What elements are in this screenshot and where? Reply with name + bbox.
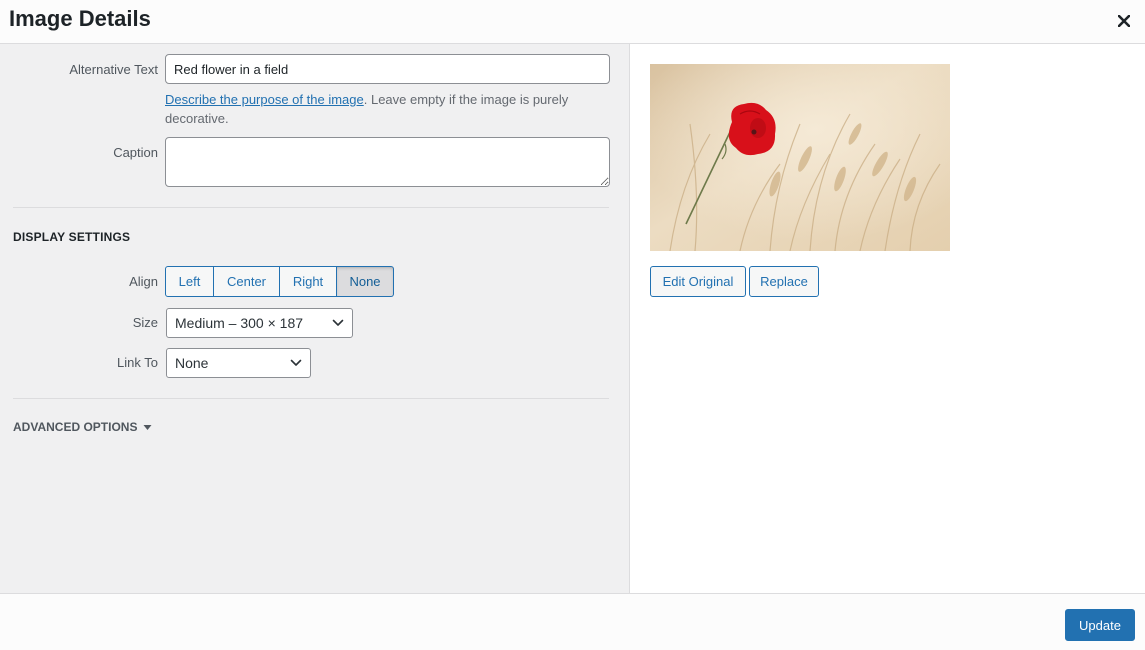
triangle-down-icon [143,424,152,430]
align-center-button[interactable]: Center [214,266,280,297]
modal-header: Image Details [0,0,1145,44]
chevron-down-icon [290,359,302,366]
close-icon [1118,15,1130,27]
size-select-value: Medium – 300 × 187 [175,315,304,331]
size-label: Size [132,315,158,330]
describe-purpose-link[interactable]: Describe the purpose of the image [165,92,364,107]
poppy-field-image [650,64,950,251]
advanced-options-label: Advanced Options [13,420,138,434]
advanced-options-toggle[interactable]: Advanced Options [13,420,152,434]
divider [13,398,609,399]
caption-label: Caption [113,145,158,160]
update-button[interactable]: Update [1065,609,1135,641]
align-button-group: Left Center Right None [165,266,394,297]
link-to-label: Link To [117,355,158,370]
align-right-button[interactable]: Right [280,266,337,297]
alt-text-input[interactable] [165,54,610,84]
edit-original-button[interactable]: Edit Original [650,266,746,297]
size-select[interactable]: Medium – 300 × 187 [166,308,353,338]
alt-text-label: Alternative Text [69,62,158,77]
modal-title: Image Details [9,6,151,31]
close-button[interactable] [1111,8,1137,34]
display-settings-heading: Display Settings [13,230,131,244]
link-to-select-value: None [175,355,209,371]
chevron-down-icon [332,319,344,326]
settings-panel: Alternative Text Describe the purpose of… [0,44,630,593]
align-label: Align [129,274,158,289]
modal-footer: Update [0,593,1145,650]
replace-button[interactable]: Replace [749,266,819,297]
alt-text-help: Describe the purpose of the image. Leave… [165,90,615,128]
image-preview [650,64,950,251]
align-left-button[interactable]: Left [165,266,214,297]
divider [13,207,609,208]
align-none-button[interactable]: None [337,266,394,297]
caption-field[interactable] [165,137,610,187]
link-to-select[interactable]: None [166,348,311,378]
image-panel: Edit Original Replace [630,44,1145,593]
